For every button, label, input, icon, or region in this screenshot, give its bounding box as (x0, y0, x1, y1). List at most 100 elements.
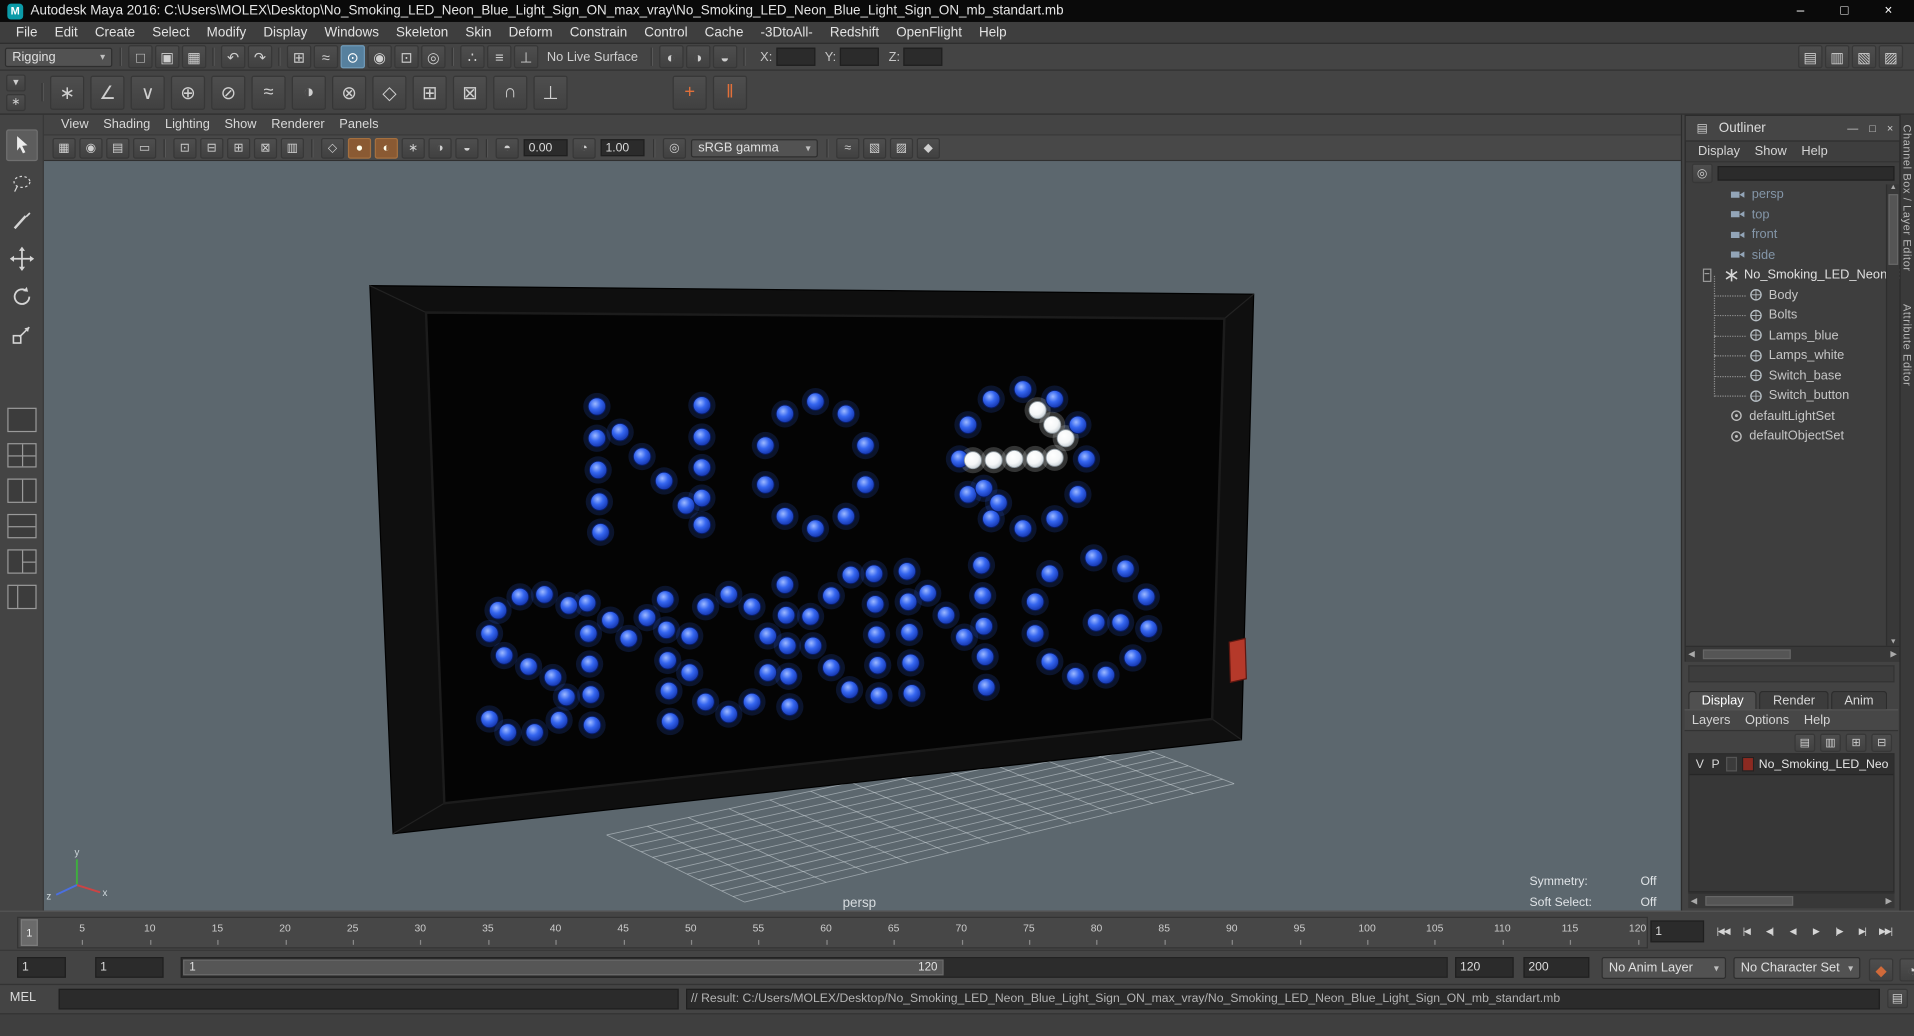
collapse-toggle-icon[interactable]: − (1702, 268, 1712, 282)
outliner-item-top[interactable]: top (1686, 204, 1900, 224)
use-all-lights-icon[interactable]: ∗ (401, 137, 425, 159)
motion-blur-icon[interactable]: ≈ (836, 137, 860, 159)
outliner-item-front[interactable]: front (1686, 225, 1900, 245)
layout-two-vertical[interactable] (6, 478, 37, 503)
animation-start-field[interactable]: 1 (17, 957, 66, 978)
select-camera-icon[interactable]: ▦ (52, 137, 76, 159)
layout-four-pane[interactable] (6, 443, 37, 468)
menu-skeleton[interactable]: Skeleton (387, 25, 456, 40)
step-forward-frame-button[interactable]: ▶| (1851, 918, 1874, 942)
auto-keyframe-icon[interactable]: ◆ (1868, 958, 1894, 982)
camera-attributes-icon[interactable]: ▤ (106, 137, 130, 159)
scrollbar-thumb[interactable] (1888, 194, 1899, 265)
outliner-menu-show[interactable]: Show (1747, 144, 1794, 159)
lasso-select-tool[interactable] (5, 167, 37, 199)
character-set-dropdown[interactable]: No Character Set ▾ (1733, 957, 1861, 980)
construction-history-icon[interactable]: ⊥ (513, 45, 539, 69)
outliner-tree[interactable]: persp top front side − No_Smoking_LED_Neon_Bl… (1685, 184, 1900, 646)
move-tool[interactable] (5, 243, 37, 275)
isolate-select-icon[interactable]: ◆ (916, 137, 940, 159)
outliner-item-defaultobjectset[interactable]: defaultObjectSet (1686, 426, 1900, 446)
render-settings-icon[interactable]: ◒ (712, 45, 737, 69)
scroll-right-icon[interactable]: ▶ (1890, 649, 1897, 660)
layout-two-horizontal[interactable] (6, 513, 37, 539)
paint-select-tool[interactable] (5, 205, 37, 237)
xray-icon[interactable]: ▨ (889, 137, 914, 159)
layout-outliner-persp[interactable] (6, 584, 37, 610)
panel-menu-panels[interactable]: Panels (332, 117, 386, 132)
play-forwards-button[interactable]: ▶ (1804, 918, 1827, 942)
tab-render[interactable]: Render (1759, 690, 1829, 710)
step-back-key-button[interactable]: ◀| (1758, 918, 1781, 942)
copy-skin-weights-icon[interactable]: ⊗ (332, 75, 367, 110)
go-to-start-button[interactable]: |◀◀ (1711, 918, 1734, 942)
mirror-skin-weights-icon[interactable]: ◑ (291, 75, 326, 110)
safe-title-icon[interactable]: ▥ (280, 137, 304, 159)
redo-icon[interactable]: ↷ (247, 45, 273, 69)
menu-openflight[interactable]: OpenFlight (888, 25, 971, 40)
animation-end-field[interactable]: 200 (1523, 957, 1590, 978)
layout-single-pane[interactable] (6, 407, 37, 433)
scrollbar-thumb[interactable] (1702, 649, 1791, 660)
ipr-render-icon[interactable]: ◑ (685, 45, 711, 69)
channel-box-tab[interactable]: Channel Box / Layer Editor (1901, 125, 1913, 272)
scale-tool[interactable] (5, 319, 37, 351)
layer-display-type-box[interactable] (1725, 756, 1738, 772)
animation-preferences-icon[interactable]: ◔ (1899, 958, 1914, 982)
input-connections-icon[interactable]: ∴ (460, 45, 485, 69)
parent-constraint-icon[interactable]: ∩ (493, 75, 528, 110)
layer-name[interactable]: No_Smoking_LED_Neo (1759, 757, 1889, 770)
outliner-item-persp[interactable]: persp (1686, 184, 1900, 204)
y-coordinate-field[interactable] (839, 47, 879, 66)
snap-to-projected-center-icon[interactable]: ◉ (367, 45, 392, 69)
outliner-item-body[interactable]: Body (1686, 285, 1900, 305)
play-backwards-button[interactable]: ◀ (1781, 918, 1804, 942)
shelf-tabs-menu-icon[interactable]: ▾ (6, 73, 26, 91)
menu-deform[interactable]: Deform (500, 25, 561, 40)
script-editor-icon[interactable]: ▤ (1887, 988, 1908, 1009)
snap-to-curve-icon[interactable]: ≈ (313, 45, 339, 69)
menu-file[interactable]: File (7, 25, 46, 40)
menu-constrain[interactable]: Constrain (561, 25, 636, 40)
open-scene-icon[interactable]: ▣ (155, 45, 180, 69)
menu-set-dropdown[interactable]: Rigging ▾ (4, 46, 113, 67)
lock-camera-icon[interactable]: ◉ (79, 137, 103, 159)
layer-color-swatch[interactable] (1742, 756, 1754, 772)
shelf-gear-icon[interactable]: ∗ (6, 93, 26, 111)
new-empty-layer-icon[interactable]: ⊞ (1845, 733, 1867, 752)
layer-row[interactable]: V P No_Smoking_LED_Neo (1689, 754, 1894, 776)
exposure-icon[interactable]: ◓ (495, 137, 519, 159)
layer-menu-layers[interactable]: Layers (1685, 713, 1738, 728)
menu-help[interactable]: Help (970, 25, 1015, 40)
step-back-frame-button[interactable]: |◀ (1735, 918, 1758, 942)
scroll-right-icon[interactable]: ▶ (1886, 896, 1893, 906)
timeline-ruler[interactable]: 5 10 15 20 25 30 35 40 45 50 55 60 65 70 75 80 85 90 95 100… (17, 916, 1648, 949)
snap-to-point-icon[interactable]: ⊙ (340, 45, 365, 69)
x-coordinate-field[interactable] (775, 47, 815, 66)
range-slider[interactable]: 1 120 (183, 959, 944, 976)
shadows-icon[interactable]: ◑ (428, 137, 452, 159)
paint-skin-weights-icon[interactable]: ≈ (251, 75, 286, 110)
resolution-gate-icon[interactable]: ⊡ (173, 137, 197, 159)
command-language-button[interactable]: MEL (10, 990, 36, 1005)
outliner-close-button[interactable]: × (1887, 122, 1893, 134)
panel-menu-renderer[interactable]: Renderer (264, 117, 332, 132)
timeline-playhead[interactable]: 1 (20, 919, 38, 947)
wireframe-mode-icon[interactable]: ◇ (321, 137, 345, 159)
outliner-menu-display[interactable]: Display (1691, 144, 1748, 159)
output-connections-icon[interactable]: ≡ (487, 45, 512, 69)
menu-display[interactable]: Display (255, 25, 316, 40)
bookmarks-icon[interactable]: ▭ (133, 137, 157, 159)
range-start-handle[interactable]: 1 (189, 961, 195, 974)
move-layer-down-icon[interactable]: ▥ (1820, 733, 1841, 752)
menu-skin[interactable]: Skin (457, 25, 500, 40)
menu-create[interactable]: Create (86, 25, 143, 40)
ik-handle-icon[interactable]: ∠ (90, 75, 125, 110)
lattice-icon[interactable]: ⊠ (452, 75, 488, 110)
range-end-handle[interactable]: 120 (918, 961, 937, 974)
menu-3dtoall[interactable]: -3DtoAll- (752, 25, 821, 40)
outliner-maximize-button[interactable]: □ (1869, 122, 1876, 134)
outliner-filter-icon[interactable]: ◎ (1691, 163, 1713, 184)
gamma-field[interactable]: 1.00 (600, 139, 645, 157)
field-chart-icon[interactable]: ⊞ (227, 137, 251, 159)
